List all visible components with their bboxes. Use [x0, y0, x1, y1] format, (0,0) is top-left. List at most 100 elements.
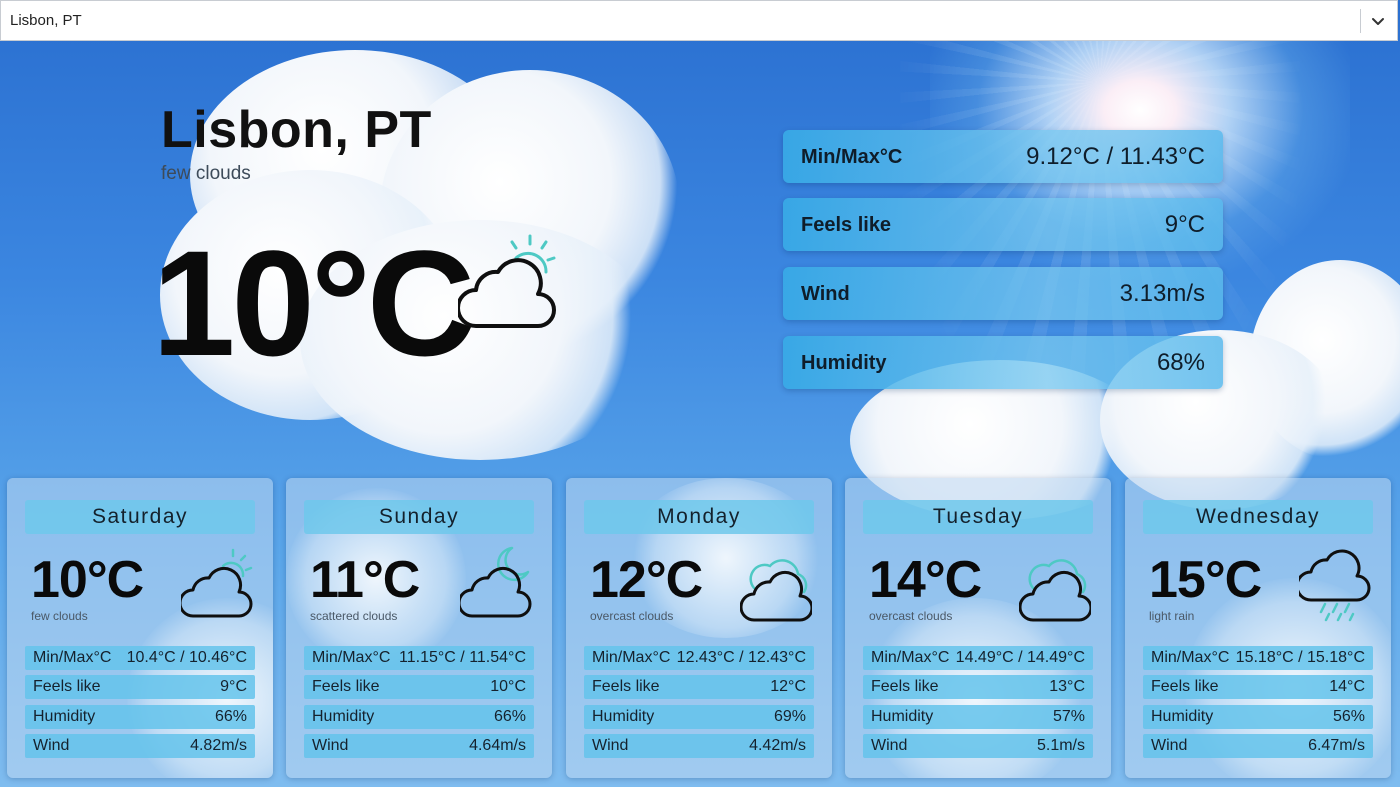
forecast-day: Monday — [584, 500, 814, 534]
forecast-row-feels-like: Feels like 14°C — [1143, 675, 1373, 699]
forecast-row-wind: Wind 4.64m/s — [304, 734, 534, 758]
forecast-row-feels-like: Feels like 12°C — [584, 675, 814, 699]
row-label: Feels like — [871, 678, 939, 695]
stat-label: Wind — [801, 283, 850, 305]
row-value: 12.43°C / 12.43°C — [676, 649, 806, 666]
row-value: 10°C — [490, 678, 526, 695]
weather-description: few clouds — [161, 163, 251, 184]
select-divider — [1360, 9, 1361, 33]
row-value: 9°C — [220, 678, 247, 695]
forecast-row-humidity: Humidity 66% — [25, 705, 255, 729]
forecast-day: Tuesday — [863, 500, 1093, 534]
forecast-description: few clouds — [31, 609, 88, 623]
row-label: Wind — [592, 737, 629, 754]
row-label: Wind — [871, 737, 908, 754]
row-label: Min/Max°C — [1151, 649, 1230, 666]
forecast-day: Wednesday — [1143, 500, 1373, 534]
forecast-description: scattered clouds — [310, 609, 398, 623]
row-value: 6.47m/s — [1308, 737, 1365, 754]
row-label: Feels like — [312, 678, 380, 695]
row-label: Min/Max°C — [871, 649, 950, 666]
stat-label: Feels like — [801, 214, 892, 236]
row-label: Humidity — [312, 708, 375, 725]
row-value: 5.1m/s — [1036, 737, 1085, 754]
rain-cloud-icon — [1299, 549, 1371, 622]
row-label: Humidity — [1151, 708, 1214, 725]
forecast-card-tuesday: Tuesday 14°C overcast clouds Min/Max°C 1… — [845, 478, 1111, 778]
forecast-row-feels-like: Feels like 10°C — [304, 675, 534, 699]
row-value: 10.4°C / 10.46°C — [126, 649, 247, 666]
partly-cloudy-day-icon — [181, 548, 253, 618]
stat-value: 9°C — [1164, 211, 1205, 238]
forecast-row-humidity: Humidity 57% — [863, 705, 1093, 729]
row-value: 14.49°C / 14.49°C — [955, 649, 1085, 666]
row-label: Humidity — [33, 708, 96, 725]
forecast-row-humidity: Humidity 56% — [1143, 705, 1373, 729]
row-label: Humidity — [592, 708, 655, 725]
forecast-temperature: 12°C — [590, 551, 703, 609]
forecast-description: overcast clouds — [869, 609, 953, 623]
row-value: 14°C — [1329, 678, 1365, 695]
row-value: 66% — [493, 708, 526, 725]
stat-wind: Wind 3.13m/s — [783, 267, 1223, 320]
row-value: 15.18°C / 15.18°C — [1235, 649, 1365, 666]
row-value: 57% — [1052, 708, 1085, 725]
forecast-row-wind: Wind 4.42m/s — [584, 734, 814, 758]
forecast-description: light rain — [1149, 609, 1195, 623]
city-title: Lisbon, PT — [161, 101, 432, 159]
row-label: Humidity — [871, 708, 934, 725]
forecast-description: overcast clouds — [590, 609, 674, 623]
row-label: Min/Max°C — [592, 649, 671, 666]
row-value: 4.42m/s — [749, 737, 806, 754]
overcast-cloud-icon — [1019, 559, 1091, 622]
forecast-row-min-max: Min/Max°C 10.4°C / 10.46°C — [25, 646, 255, 670]
overcast-cloud-icon — [740, 559, 812, 622]
row-value: 69% — [773, 708, 806, 725]
forecast-row-min-max: Min/Max°C 12.43°C / 12.43°C — [584, 646, 814, 670]
partly-cloudy-night-icon — [460, 546, 532, 618]
row-value: 66% — [214, 708, 247, 725]
current-temperature: 10°C — [152, 219, 475, 387]
forecast-card-saturday: Saturday 10°C few clouds Min/Max°C 10.4°… — [7, 478, 273, 778]
forecast-row-humidity: Humidity 66% — [304, 705, 534, 729]
stat-label: Humidity — [801, 352, 887, 374]
stat-label: Min/Max°C — [801, 146, 903, 168]
row-label: Min/Max°C — [33, 649, 112, 666]
row-value: 4.82m/s — [190, 737, 247, 754]
forecast-row-min-max: Min/Max°C 15.18°C / 15.18°C — [1143, 646, 1373, 670]
row-label: Wind — [312, 737, 349, 754]
location-select[interactable]: Lisbon, PT — [0, 0, 1398, 41]
forecast-row-wind: Wind 4.82m/s — [25, 734, 255, 758]
stat-feels-like: Feels like 9°C — [783, 198, 1223, 251]
forecast-row-wind: Wind 5.1m/s — [863, 734, 1093, 758]
row-label: Min/Max°C — [312, 649, 391, 666]
stat-value: 68% — [1156, 349, 1205, 376]
forecast-card-monday: Monday 12°C overcast clouds Min/Max°C 12… — [566, 478, 832, 778]
forecast-temperature: 11°C — [310, 551, 420, 609]
forecast-card-sunday: Sunday 11°C scattered clouds Min/Max°C 1… — [286, 478, 552, 778]
row-value: 12°C — [770, 678, 806, 695]
forecast-day: Saturday — [25, 500, 255, 534]
stat-value: 9.12°C / 11.43°C — [1026, 143, 1205, 170]
chevron-down-icon[interactable] — [1369, 12, 1387, 30]
forecast-temperature: 14°C — [869, 551, 982, 609]
forecast-temperature: 15°C — [1149, 551, 1262, 609]
row-value: 13°C — [1049, 678, 1085, 695]
forecast-row-feels-like: Feels like 9°C — [25, 675, 255, 699]
row-value: 11.15°C / 11.54°C — [399, 649, 526, 666]
stat-value: 3.13m/s — [1119, 280, 1205, 307]
stat-humidity: Humidity 68% — [783, 336, 1223, 389]
row-value: 4.64m/s — [469, 737, 526, 754]
forecast-row-wind: Wind 6.47m/s — [1143, 734, 1373, 758]
row-value: 56% — [1332, 708, 1365, 725]
row-label: Wind — [1151, 737, 1188, 754]
row-label: Feels like — [33, 678, 101, 695]
row-label: Wind — [33, 737, 70, 754]
forecast-row-feels-like: Feels like 13°C — [863, 675, 1093, 699]
location-select-value: Lisbon, PT — [10, 12, 82, 29]
partly-cloudy-day-icon — [458, 234, 556, 328]
forecast-row-min-max: Min/Max°C 11.15°C / 11.54°C — [304, 646, 534, 670]
forecast-row-min-max: Min/Max°C 14.49°C / 14.49°C — [863, 646, 1093, 670]
row-label: Feels like — [1151, 678, 1219, 695]
forecast-row-humidity: Humidity 69% — [584, 705, 814, 729]
